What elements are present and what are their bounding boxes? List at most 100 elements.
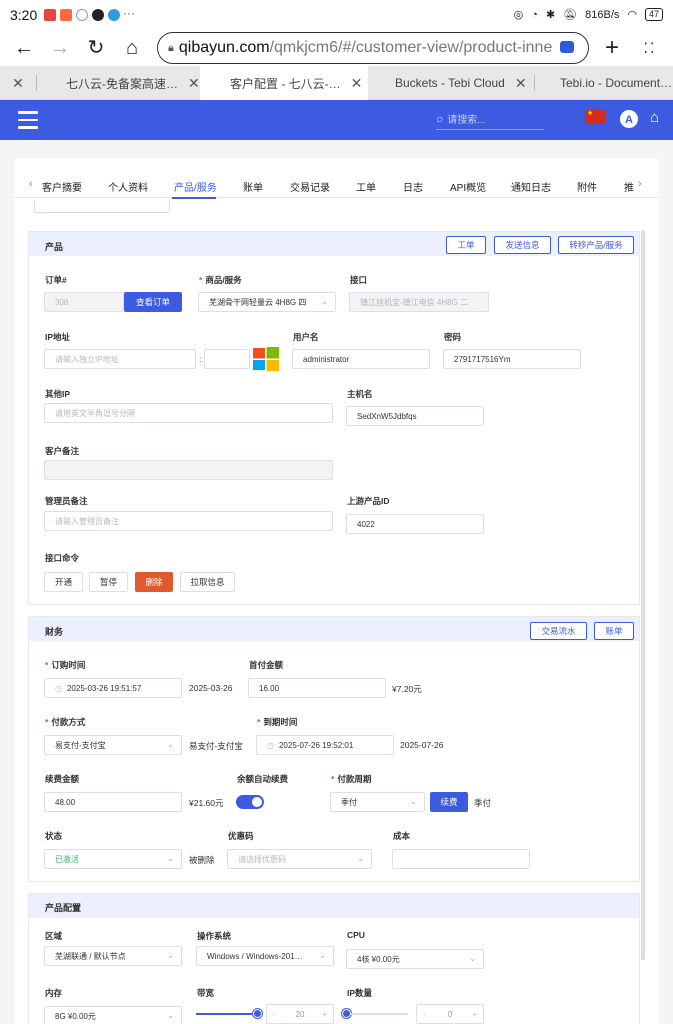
ip-input[interactable]: 请输入独立IP地址 <box>44 349 196 369</box>
back-arrow-icon[interactable]: ← <box>10 34 38 62</box>
open-button[interactable]: 开通 <box>44 572 83 592</box>
pull-info-button[interactable]: 拉取信息 <box>180 572 235 592</box>
close-icon[interactable]: ✕ <box>188 75 200 92</box>
tab-more[interactable]: 推 <box>624 179 634 194</box>
tab-notify-logs[interactable]: 通知日志 <box>511 179 551 194</box>
status-select[interactable]: 已激活 ⌄ <box>44 849 182 869</box>
cpu-value: 4核 ¥0.00元 <box>357 954 400 964</box>
tab-api[interactable]: API概览 <box>450 179 486 194</box>
admin-note-label: 管理员备注 <box>45 496 88 506</box>
tab-close[interactable]: ✕ <box>0 66 36 100</box>
net-speed: 816B/s <box>585 8 620 21</box>
other-ip-label: 其他IP <box>45 389 71 399</box>
send-info-button[interactable]: 发送信息 <box>494 236 551 254</box>
view-order-button[interactable]: 查看订单 <box>124 292 182 312</box>
region-select[interactable]: 芜湖联通 / 默认节点 ⌄ <box>44 946 182 966</box>
china-flag-icon[interactable] <box>585 109 605 124</box>
customer-note-label: 客户备注 <box>45 446 80 456</box>
bandwidth-stepper[interactable]: - 20 + <box>266 1004 334 1024</box>
clock-icon: ◷ <box>55 683 62 693</box>
pay-cycle-select[interactable]: 季付 ⌄ <box>330 792 425 812</box>
first-pay-label: 首付金额 <box>249 660 284 670</box>
address-bar[interactable]: 🔒︎ qibayun.com/qmkjcm6/#/customer-view/p… <box>157 32 589 64</box>
close-icon[interactable]: ✕ <box>12 75 24 92</box>
cost-input[interactable] <box>392 849 530 869</box>
bandwidth-slider-handle[interactable] <box>253 1009 262 1018</box>
close-icon[interactable]: ✕ <box>515 75 527 92</box>
product-selector[interactable] <box>34 199 170 213</box>
goods-select[interactable]: 芜湖骨干网轻量云 4H8G 四 ⌄ <box>198 292 336 312</box>
tab-tickets[interactable]: 工单 <box>356 179 376 194</box>
ip-count-slider-track[interactable] <box>350 1013 408 1015</box>
pay-cycle-label: * 付款周期 <box>331 774 372 784</box>
os-select[interactable]: Windows / Windows-201… ⌄ <box>196 946 334 966</box>
goods-label: * 商品/服务 <box>199 275 242 285</box>
scrollbar[interactable] <box>641 230 645 960</box>
tab-logs[interactable]: 日志 <box>403 179 423 194</box>
admin-note-textarea[interactable]: 请输入管理员备注 <box>44 511 333 531</box>
ip-count-stepper[interactable]: - 0 + <box>416 1004 484 1024</box>
username-field[interactable]: administrator <box>292 349 430 369</box>
plus-icon[interactable]: + <box>322 1010 327 1019</box>
cpu-label: CPU <box>347 930 365 940</box>
pay-cycle-text: 季付 <box>474 798 492 808</box>
memory-select[interactable]: 8G ¥0.00元 ⌄ <box>44 1006 182 1024</box>
tab-summary[interactable]: 客户摘要 <box>42 179 82 194</box>
coupon-select[interactable]: 请选择优惠码 ⌄ <box>227 849 372 869</box>
transfer-button[interactable]: 转移产品/服务 <box>558 236 634 254</box>
section-title: 财务 <box>45 627 64 637</box>
pause-button[interactable]: 暂停 <box>89 572 128 592</box>
renew-amount-input[interactable]: 48.00 <box>44 792 182 812</box>
tab-bills[interactable]: 账单 <box>243 179 263 194</box>
close-icon[interactable]: ✕ <box>351 75 363 92</box>
wifi-icon: ◠ <box>627 9 637 21</box>
browser-tab[interactable]: 七八云-免备案高速… ✕ <box>36 66 200 100</box>
notification-icon <box>44 9 56 21</box>
cpu-select[interactable]: 4核 ¥0.00元 ⌄ <box>346 949 484 969</box>
tab-attachments[interactable]: 附件 <box>577 179 597 194</box>
auto-renew-toggle[interactable] <box>236 795 264 809</box>
hamburger-menu-icon[interactable] <box>18 111 38 129</box>
browser-tab[interactable]: Tebi.io - Document… <box>534 66 673 100</box>
pay-method-select[interactable]: 易支付-支付宝 ⌄ <box>44 735 182 755</box>
renew-button[interactable]: 续费 <box>430 792 468 812</box>
menu-dots-icon[interactable]: ⁚⁚ <box>636 34 664 62</box>
minus-icon[interactable]: - <box>423 1010 426 1019</box>
browser-tab-active[interactable]: 客户配置 - 七八云-… ✕ <box>200 66 368 100</box>
forward-arrow-icon[interactable]: → <box>46 34 74 62</box>
plus-icon[interactable]: + <box>472 1010 477 1019</box>
chevron-down-icon: ⌄ <box>167 1011 174 1020</box>
global-search[interactable]: ○ 请搜索... <box>436 108 544 130</box>
new-tab-icon[interactable]: + <box>598 34 626 62</box>
minus-icon[interactable]: - <box>273 1010 276 1019</box>
transaction-flow-button[interactable]: 交易流水 <box>530 622 587 640</box>
home-icon[interactable]: ⌂ <box>650 109 659 126</box>
expire-time-picker[interactable]: ◷ 2025-07-26 19:52:01 <box>256 735 394 755</box>
hostname-field[interactable]: SedXnW5Jdbfqs <box>346 406 484 426</box>
chevron-down-icon: ⌄ <box>167 740 174 749</box>
reload-icon[interactable]: ↻ <box>82 34 110 62</box>
bandwidth-slider-track[interactable] <box>196 1013 256 1015</box>
port-input[interactable] <box>204 349 250 369</box>
tab-profile[interactable]: 个人资料 <box>108 179 148 194</box>
bill-button[interactable]: 账单 <box>594 622 634 640</box>
ticket-button[interactable]: 工单 <box>446 236 486 254</box>
browser-tab[interactable]: Buckets - Tebi Cloud ✕ <box>368 66 534 100</box>
browser-tab-title: 客户配置 - 七八云-… <box>230 76 341 91</box>
first-pay-input[interactable]: 16.00 <box>248 678 386 698</box>
chevron-down-icon: ⌄ <box>319 951 326 960</box>
tab-transactions[interactable]: 交易记录 <box>290 179 330 194</box>
chevron-right-icon[interactable]: › <box>638 178 642 190</box>
avatar[interactable]: A <box>620 110 638 128</box>
password-field[interactable]: 2791717516Ym <box>443 349 581 369</box>
home-icon[interactable]: ⌂ <box>118 34 146 62</box>
upstream-id-field[interactable]: 4022 <box>346 514 484 534</box>
other-ip-textarea[interactable]: 请用英文半角逗号分隔 <box>44 403 333 423</box>
delete-button[interactable]: 删除 <box>135 572 173 592</box>
order-time-picker[interactable]: ◷ 2025-03-26 19:51:57 <box>44 678 182 698</box>
tab-products[interactable]: 产品/服务 <box>174 179 217 194</box>
windows-icon <box>253 347 279 371</box>
pay-method-value: 易支付-支付宝 <box>55 740 106 750</box>
chevron-left-icon[interactable]: ‹ <box>29 178 33 190</box>
tab-switcher-icon[interactable] <box>560 41 574 53</box>
